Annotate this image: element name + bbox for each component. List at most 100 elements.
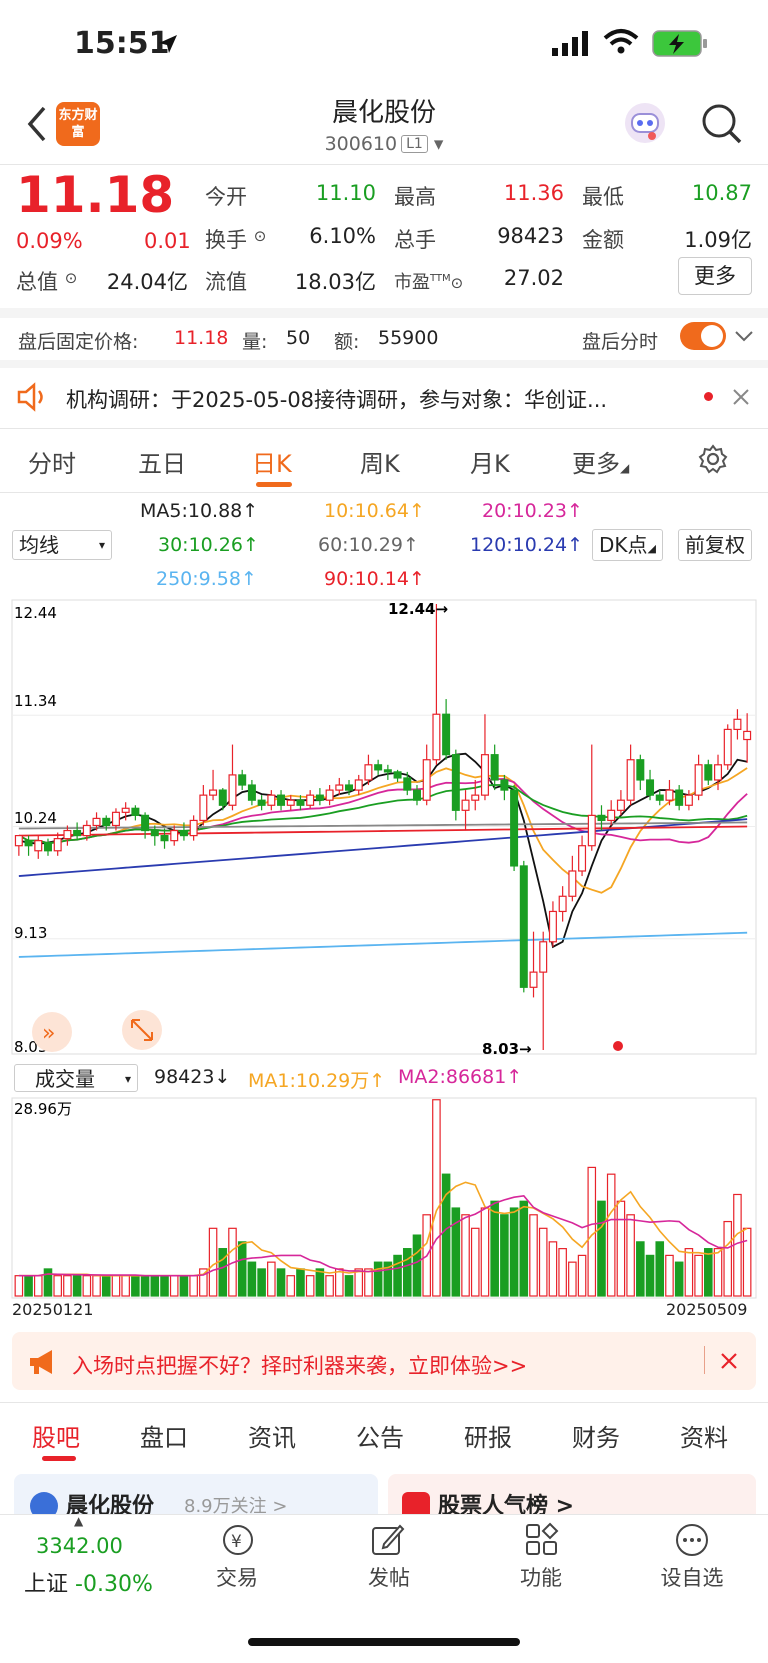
tab-guba[interactable]: 股吧 (32, 1418, 80, 1453)
info-dots-icon: ⊙ (450, 274, 464, 292)
nav-function[interactable]: 功能 (486, 1562, 596, 1592)
open-value: 11.10 (315, 181, 376, 205)
candle (597, 814, 606, 822)
tab-more[interactable]: 更多◢ (572, 444, 629, 479)
robot-assistant-icon[interactable] (622, 100, 668, 146)
volume-bar (218, 1248, 228, 1297)
candle (684, 794, 693, 806)
close-icon[interactable] (732, 388, 750, 406)
candle (743, 730, 752, 741)
tab-daily-k[interactable]: 日K (252, 444, 292, 479)
volume-bar (636, 1241, 645, 1297)
volume-bar (461, 1214, 470, 1297)
candle (461, 799, 470, 811)
candle (209, 789, 218, 796)
candle (179, 829, 188, 837)
edit-icon[interactable] (370, 1522, 406, 1558)
nav-post[interactable]: 发帖 (334, 1562, 444, 1592)
candle (335, 784, 344, 791)
low-value: 10.87 (691, 181, 752, 205)
mktcap-label[interactable]: 总值 ⊙ (16, 266, 77, 296)
afterhours-label: 盘后固定价格: (18, 331, 139, 353)
chevron-down-icon[interactable] (734, 328, 754, 344)
tab-news[interactable]: 资讯 (248, 1418, 296, 1453)
grid-icon[interactable] (524, 1522, 560, 1558)
y-axis-mid2: 10.24 (14, 809, 57, 827)
tab-pankou[interactable]: 盘口 (140, 1418, 188, 1453)
date-end: 20250509 (666, 1300, 748, 1319)
indicator-select[interactable]: 成交量 ▾ (14, 1064, 138, 1092)
tab-intraday[interactable]: 分时 (28, 444, 76, 479)
ma10-value: 10:10.64↑ (324, 500, 425, 522)
candle (451, 754, 460, 811)
index-value[interactable]: 3342.00 (36, 1534, 123, 1558)
afterhours-toggle[interactable] (680, 322, 726, 350)
promo-text[interactable]: 入场时点把握不好？择时利器来袭，立即体验>> (72, 1350, 527, 1380)
tab-research[interactable]: 研报 (464, 1418, 512, 1453)
candle (141, 814, 150, 832)
pe-label[interactable]: 市盈TTM⊙ (394, 268, 463, 294)
volume-bar (121, 1275, 130, 1297)
volume-bar (558, 1248, 567, 1297)
candle (714, 764, 723, 781)
ma5-value: MA5:10.88↑ (140, 500, 259, 522)
info-dots-icon: ⊙ (64, 269, 78, 287)
close-icon[interactable] (720, 1352, 738, 1370)
volume-bar (189, 1275, 198, 1297)
home-indicator (248, 1638, 520, 1646)
change-pct: 0.09% (16, 229, 83, 253)
turnover-label[interactable]: 换手 ⊙ (205, 224, 266, 254)
more-button[interactable]: 更多 (678, 257, 752, 295)
tab-monthly-k[interactable]: 月K (470, 444, 510, 479)
volume-bar (111, 1275, 121, 1297)
volume-chart[interactable]: 28.96万 (0, 1096, 768, 1306)
candle (277, 794, 286, 806)
tab-5day[interactable]: 五日 (138, 444, 186, 479)
adjust-button[interactable]: 前复权 (678, 529, 752, 561)
popularity-card[interactable]: 股票人气榜 > (388, 1474, 756, 1514)
volume-bar (577, 1254, 587, 1297)
notice-text[interactable]: 机构调研：于2025-05-08接待调研，参与对象：华创证... (66, 384, 686, 414)
trade-icon[interactable]: ¥ (218, 1522, 258, 1558)
volume-bar (140, 1275, 150, 1297)
tab-finance[interactable]: 财务 (572, 1418, 620, 1453)
kline-chart[interactable]: 12.44 11.34 10.24 9.13 8.03 12.44→ 8.03→… (0, 594, 768, 1064)
date-start: 20250121 (12, 1300, 94, 1319)
volume-bar (606, 1173, 616, 1297)
ma-select[interactable]: 均线 ▾ (12, 530, 112, 560)
stock-bar-card[interactable]: 晨化股份 8.9万关注 > (14, 1474, 378, 1514)
volume-bar (480, 1207, 490, 1297)
megaphone-icon (30, 1350, 52, 1374)
volume-bar (393, 1254, 402, 1297)
card-title: 股票人气榜 > (438, 1494, 575, 1514)
candle (733, 718, 742, 731)
search-icon[interactable] (700, 102, 744, 146)
nav-watchlist[interactable]: 设自选 (637, 1562, 747, 1592)
y-axis-top: 12.44 (14, 604, 57, 622)
tab-weekly-k[interactable]: 周K (360, 444, 400, 479)
volume-bar (286, 1275, 296, 1297)
last-price: 11.18 (16, 166, 175, 224)
tab-announcement[interactable]: 公告 (356, 1418, 404, 1453)
dropdown-icon[interactable]: ▾ (434, 133, 444, 155)
pe-value: 27.02 (503, 266, 564, 290)
volume-bar (587, 1166, 597, 1297)
candle (480, 754, 489, 796)
double-chevron-icon: » (42, 1021, 55, 1046)
tab-profile[interactable]: 资料 (680, 1418, 728, 1453)
nav-trade[interactable]: 交易 (182, 1562, 292, 1592)
volume-bar (412, 1234, 422, 1297)
volume-bar (529, 1214, 538, 1297)
index-row[interactable]: 上证 -0.30% (24, 1566, 153, 1598)
candle (578, 845, 587, 872)
min-marker: 8.03→ (482, 1040, 532, 1058)
more-circle-icon[interactable] (674, 1522, 710, 1558)
candle (412, 789, 421, 801)
level-badge: L1 (401, 135, 428, 153)
more-dots-icon: ⊙ (253, 227, 267, 245)
gear-icon[interactable] (698, 444, 728, 474)
volume-bar (684, 1248, 694, 1297)
candle (53, 838, 62, 852)
dk-point-button[interactable]: DK点◢ (592, 529, 663, 561)
card-title: 晨化股份 (66, 1494, 155, 1514)
